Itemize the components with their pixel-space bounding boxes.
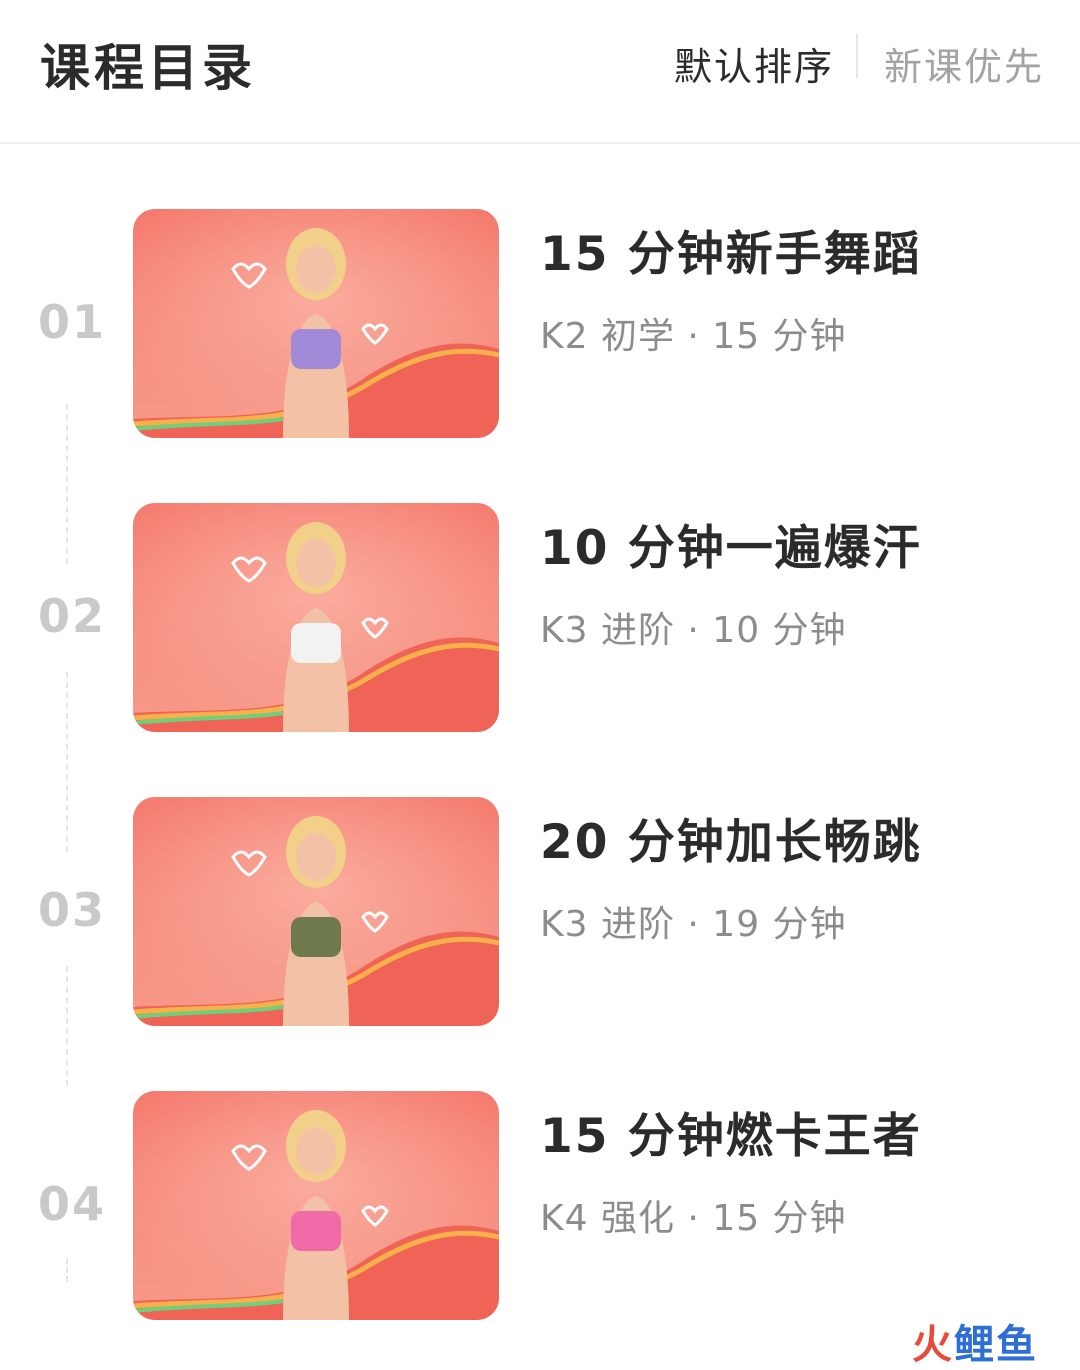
watermark-char: 火 bbox=[912, 1322, 954, 1368]
course-thumbnail[interactable] bbox=[133, 503, 499, 732]
header: 课程目录 默认排序 新课优先 bbox=[0, 0, 1080, 144]
sort-default-button[interactable]: 默认排序 bbox=[674, 36, 834, 91]
course-title[interactable]: 10 分钟一遍爆汗 bbox=[540, 509, 922, 578]
course-title[interactable]: 15 分钟燃卡王者 bbox=[540, 1097, 922, 1166]
course-title[interactable]: 15 分钟新手舞蹈 bbox=[540, 215, 922, 284]
course-meta: K3 进阶 · 19 分钟 bbox=[540, 904, 847, 945]
course-title[interactable]: 20 分钟加长畅跳 bbox=[540, 803, 922, 872]
course-thumbnail[interactable] bbox=[133, 1091, 499, 1320]
course-item[interactable]: 03 20 分钟加长畅跳 K3 进阶 · 19 分钟 bbox=[0, 797, 1080, 1029]
course-thumbnail[interactable] bbox=[133, 797, 499, 1026]
course-item[interactable]: 04 15 分钟燃卡王者 K4 强化 · 15 分钟 bbox=[0, 1091, 1080, 1323]
sort-divider bbox=[856, 34, 858, 78]
course-item[interactable]: 01 15 分钟新手舞蹈 K2 初学 · 15 分钟 bbox=[0, 209, 1080, 441]
course-meta: K2 初学 · 15 分钟 bbox=[540, 316, 847, 357]
course-index: 02 bbox=[38, 589, 107, 643]
course-meta: K3 进阶 · 10 分钟 bbox=[540, 610, 847, 651]
course-item[interactable]: 02 10 分钟一遍爆汗 K3 进阶 · 10 分钟 bbox=[0, 503, 1080, 735]
course-thumbnail[interactable] bbox=[133, 209, 499, 438]
course-meta: K4 强化 · 15 分钟 bbox=[540, 1198, 847, 1239]
sort-new-first-button[interactable]: 新课优先 bbox=[884, 36, 1044, 91]
watermark-char: 鱼 bbox=[996, 1322, 1038, 1368]
watermark-logo: 火鲤鱼 bbox=[912, 1312, 1038, 1370]
course-index: 03 bbox=[38, 883, 107, 937]
course-index: 01 bbox=[38, 295, 107, 349]
page-title: 课程目录 bbox=[40, 39, 256, 97]
course-index: 04 bbox=[38, 1177, 107, 1231]
watermark-char: 鲤 bbox=[954, 1322, 996, 1368]
